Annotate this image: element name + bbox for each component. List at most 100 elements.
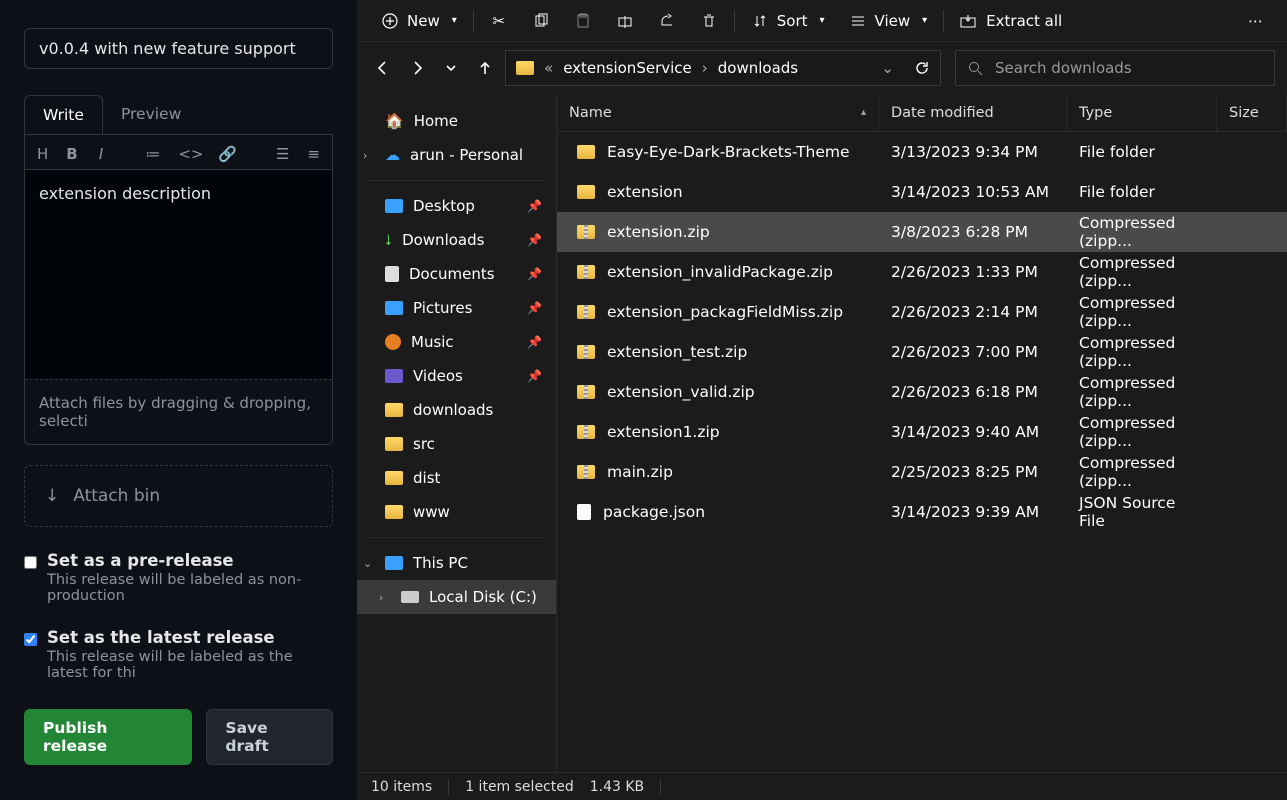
delete-button[interactable] xyxy=(688,0,730,41)
file-name: extension.zip xyxy=(607,223,710,241)
nav-onedrive-personal[interactable]: ›☁arun - Personal xyxy=(357,138,556,172)
nav-folder-dist[interactable]: dist xyxy=(357,461,556,495)
nav-documents[interactable]: Documents📌 xyxy=(357,257,556,291)
sort-asc-icon: ▴ xyxy=(861,107,866,118)
refresh-button[interactable] xyxy=(914,60,930,76)
pin-icon: 📌 xyxy=(527,301,542,315)
chevron-down-icon[interactable]: ⌄ xyxy=(363,557,372,570)
nav-downloads[interactable]: ⭣Downloads📌 xyxy=(357,223,556,257)
nav-music[interactable]: Music📌 xyxy=(357,325,556,359)
column-type[interactable]: Type xyxy=(1067,94,1217,131)
save-draft-button[interactable]: Save draft xyxy=(206,709,333,765)
attach-hint[interactable]: Attach files by dragging & dropping, sel… xyxy=(25,379,332,444)
address-bar[interactable]: « extensionService › downloads ⌄ xyxy=(505,50,941,86)
rename-button[interactable] xyxy=(604,0,646,41)
cut-button[interactable]: ✂ xyxy=(478,0,520,41)
pin-icon: 📌 xyxy=(527,233,542,247)
extract-all-button[interactable]: Extract all xyxy=(948,0,1074,41)
latest-release-option[interactable]: Set as the latest release This release w… xyxy=(24,628,333,681)
nav-this-pc[interactable]: ⌄This PC xyxy=(357,546,556,580)
nav-folder-www[interactable]: www xyxy=(357,495,556,529)
number-list-icon[interactable]: ≡ xyxy=(307,145,320,163)
column-name[interactable]: Name▴ xyxy=(557,94,879,131)
view-label: View xyxy=(875,12,911,30)
description-textarea[interactable]: extension description xyxy=(25,169,332,379)
bold-icon[interactable]: B xyxy=(66,145,77,163)
explorer-toolbar: New ▾ ✂ Sort ▾ View ▾ Extract all ⋯ xyxy=(357,0,1287,42)
column-size[interactable]: Size xyxy=(1217,94,1287,131)
nav-local-disk-c[interactable]: ›Local Disk (C:) xyxy=(357,580,556,614)
more-button[interactable]: ⋯ xyxy=(1236,0,1275,41)
file-date: 2/26/2023 6:18 PM xyxy=(879,383,1067,401)
code-icon[interactable]: <> xyxy=(178,145,200,163)
file-type: Compressed (zipp... xyxy=(1067,254,1217,290)
file-row[interactable]: extension3/14/2023 10:53 AMFile folder xyxy=(557,172,1287,212)
file-row[interactable]: main.zip2/25/2023 8:25 PMCompressed (zip… xyxy=(557,452,1287,492)
breadcrumb-downloads[interactable]: downloads xyxy=(718,59,798,77)
sort-icon xyxy=(751,12,769,30)
file-name: extension_invalidPackage.zip xyxy=(607,263,833,281)
tag-input[interactable]: v0.0.4 with new feature support xyxy=(24,28,333,69)
paste-button[interactable] xyxy=(562,0,604,41)
sort-button[interactable]: Sort ▾ xyxy=(739,0,837,41)
zip-icon xyxy=(577,465,595,479)
latest-release-checkbox[interactable] xyxy=(24,632,37,647)
back-button[interactable] xyxy=(369,54,397,82)
file-row[interactable]: Easy-Eye-Dark-Brackets-Theme3/13/2023 9:… xyxy=(557,132,1287,172)
document-icon xyxy=(385,266,399,282)
prerelease-option[interactable]: Set as a pre-release This release will b… xyxy=(24,551,333,604)
chevron-down-icon[interactable]: ⌄ xyxy=(881,59,894,77)
column-date[interactable]: Date modified xyxy=(879,94,1067,131)
file-row[interactable]: extension.zip3/8/2023 6:28 PMCompressed … xyxy=(557,212,1287,252)
zip-icon xyxy=(577,345,595,359)
file-row[interactable]: extension_packagFieldMiss.zip2/26/2023 2… xyxy=(557,292,1287,332)
markdown-editor: H B I ≔ <> 🔗 ☰ ≡ extension description A… xyxy=(24,135,333,445)
file-row[interactable]: extension_test.zip2/26/2023 7:00 PMCompr… xyxy=(557,332,1287,372)
chevron-right-icon[interactable]: › xyxy=(379,591,383,604)
up-button[interactable] xyxy=(471,54,499,82)
attach-binaries-dropzone[interactable]: ↓ Attach bin xyxy=(24,465,333,527)
file-type: File folder xyxy=(1067,183,1217,201)
file-row[interactable]: extension_valid.zip2/26/2023 6:18 PMComp… xyxy=(557,372,1287,412)
file-date: 3/14/2023 10:53 AM xyxy=(879,183,1067,201)
new-button[interactable]: New ▾ xyxy=(369,0,469,41)
nav-folder-src[interactable]: src xyxy=(357,427,556,461)
italic-icon[interactable]: I xyxy=(96,145,107,163)
file-row[interactable]: extension1.zip3/14/2023 9:40 AMCompresse… xyxy=(557,412,1287,452)
forward-button[interactable] xyxy=(403,54,431,82)
file-type: Compressed (zipp... xyxy=(1067,414,1217,450)
search-box[interactable]: Search downloads xyxy=(955,50,1275,86)
breadcrumb-extensionservice[interactable]: extensionService xyxy=(563,59,692,77)
heading-icon[interactable]: H xyxy=(37,145,48,163)
quote-icon[interactable]: ≔ xyxy=(145,145,160,163)
folder-icon xyxy=(516,61,534,75)
view-button[interactable]: View ▾ xyxy=(837,0,940,41)
tab-write[interactable]: Write xyxy=(24,95,103,134)
recent-button[interactable] xyxy=(437,54,465,82)
prerelease-checkbox[interactable] xyxy=(24,555,37,570)
bullet-list-icon[interactable]: ☰ xyxy=(276,145,289,163)
nav-desktop[interactable]: Desktop📌 xyxy=(357,189,556,223)
copy-button[interactable] xyxy=(520,0,562,41)
clipboard-icon xyxy=(574,12,592,30)
ellipsis-icon: ⋯ xyxy=(1248,12,1263,30)
link-icon[interactable]: 🔗 xyxy=(218,145,237,163)
tab-preview[interactable]: Preview xyxy=(103,95,199,134)
share-button[interactable] xyxy=(646,0,688,41)
file-name: Easy-Eye-Dark-Brackets-Theme xyxy=(607,143,850,161)
nav-pictures[interactable]: Pictures📌 xyxy=(357,291,556,325)
nav-folder-downloads[interactable]: downloads xyxy=(357,393,556,427)
publish-release-button[interactable]: Publish release xyxy=(24,709,192,765)
file-date: 2/26/2023 1:33 PM xyxy=(879,263,1067,281)
folder-icon xyxy=(385,471,403,485)
status-selected: 1 item selected xyxy=(465,779,574,795)
file-row[interactable]: package.json3/14/2023 9:39 AMJSON Source… xyxy=(557,492,1287,532)
editor-tabs: Write Preview xyxy=(24,95,333,135)
prerelease-sub: This release will be labeled as non-prod… xyxy=(47,572,333,604)
nav-videos[interactable]: Videos📌 xyxy=(357,359,556,393)
file-row[interactable]: extension_invalidPackage.zip 2/26/2023 1:… xyxy=(557,252,1287,292)
file-type: JSON Source File xyxy=(1067,494,1217,530)
file-name: extension_valid.zip xyxy=(607,383,755,401)
nav-home[interactable]: 🏠Home xyxy=(357,104,556,138)
chevron-right-icon[interactable]: › xyxy=(363,149,367,162)
